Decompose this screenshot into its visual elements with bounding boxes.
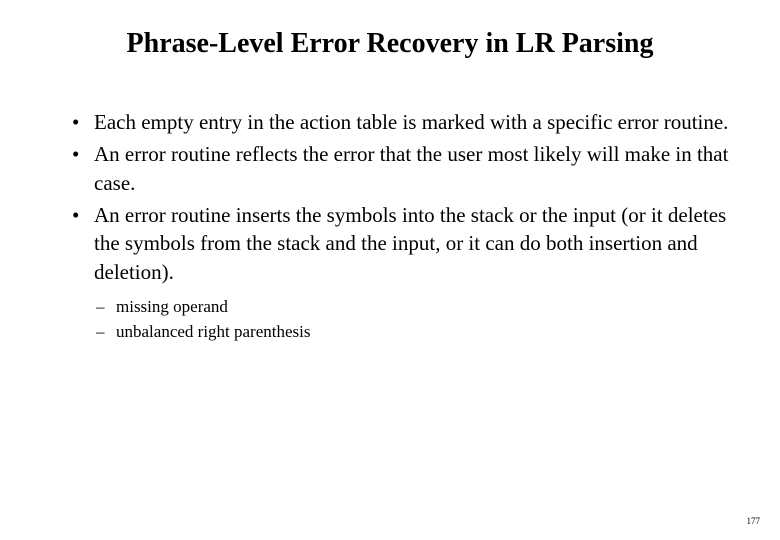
page-number: 177 [747,516,761,526]
sub-bullet-item: unbalanced right parenthesis [96,321,732,344]
bullet-item: An error routine reflects the error that… [72,140,732,197]
bullet-item: Each empty entry in the action table is … [72,108,732,136]
sub-bullet-list: missing operand unbalanced right parenth… [48,296,732,344]
sub-bullet-item: missing operand [96,296,732,319]
bullet-list: Each empty entry in the action table is … [48,108,732,286]
slide-title: Phrase-Level Error Recovery in LR Parsin… [72,28,708,60]
bullet-item: An error routine inserts the symbols int… [72,201,732,286]
